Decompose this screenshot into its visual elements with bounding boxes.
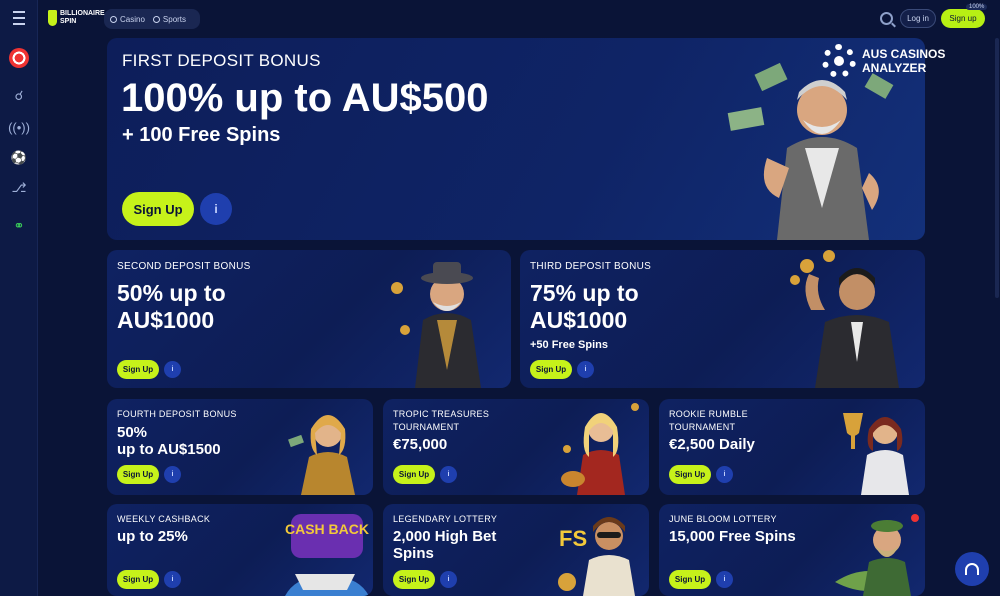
card-line1: €2,500 Daily — [669, 436, 755, 453]
gear-icon — [822, 44, 856, 78]
card-eyebrow: TROPIC TREASURES — [393, 409, 490, 419]
sidebar: ☌ ((•)) ⚽ ⎇ ⚭ — [0, 0, 38, 596]
card-line1: up to 25% — [117, 528, 188, 545]
card-eyebrow2: TOURNAMENT — [393, 422, 460, 432]
card-line1: €75,000 — [393, 436, 448, 453]
card-info-button[interactable]: i — [164, 361, 181, 378]
card-signup-button[interactable]: Sign Up — [117, 465, 159, 484]
hero-sub: + 100 Free Spins — [122, 124, 281, 146]
signup-badge: 100% — [966, 4, 988, 10]
topbar: BILLIONAIRE SPIN Casino Sports Log in Si… — [38, 0, 1000, 38]
card-line1: 15,000 Free Spins — [669, 528, 796, 545]
casino-icon — [110, 15, 117, 23]
nav-casino[interactable]: Casino — [110, 15, 145, 24]
support-icon[interactable]: ⚭ — [10, 217, 28, 235]
target-icon[interactable] — [9, 48, 29, 68]
card-signup-button[interactable]: Sign Up — [393, 570, 435, 589]
card-character-image — [790, 250, 899, 388]
menu-icon[interactable] — [10, 9, 28, 27]
promo-card-june-bloom-lottery[interactable]: JUNE BLOOM LOTTERY 15,000 Free Spins Sig… — [659, 504, 925, 596]
card-character-image — [391, 262, 481, 388]
cashback-art-image: CASH BACK — [285, 514, 369, 596]
card-signup-button[interactable]: Sign Up — [669, 465, 711, 484]
live-icon[interactable]: ((•)) — [8, 118, 30, 136]
card-info-button[interactable]: i — [716, 466, 733, 483]
logo-mark-icon — [48, 10, 57, 26]
card-info-button[interactable]: i — [577, 361, 594, 378]
hero-info-button[interactable]: i — [200, 193, 232, 225]
cherries-icon[interactable]: ☌ — [10, 87, 28, 105]
card-character-image — [288, 415, 355, 495]
card-info-button[interactable]: i — [440, 571, 457, 588]
watermark: AUS CASINOS ANALYZER — [822, 44, 945, 78]
card-info-button[interactable]: i — [440, 466, 457, 483]
card-eyebrow: WEEKLY CASHBACK — [117, 514, 211, 524]
card-eyebrow2: TOURNAMENT — [669, 422, 736, 432]
nav-sports[interactable]: Sports — [152, 14, 187, 24]
card-line1: 50% — [117, 424, 148, 441]
login-button[interactable]: Log in — [900, 9, 936, 28]
promo-card-tropic-treasures[interactable]: TROPIC TREASURES TOURNAMENT €75,000 Sign… — [383, 399, 649, 495]
card-sub: +50 Free Spins — [530, 339, 608, 351]
card-line1: 50% up to — [117, 280, 226, 306]
card-line2: AU$1000 — [530, 307, 628, 333]
product-switch: Casino Sports — [104, 9, 200, 29]
watermark-line1: AUS CASINOS — [862, 47, 946, 61]
card-info-button[interactable]: i — [164, 571, 181, 588]
card-line2: AU$1000 — [117, 307, 215, 333]
hero-first-deposit[interactable]: FIRST DEPOSIT BONUS 100% up to AU$500 + … — [107, 38, 925, 240]
promo-card-second-deposit[interactable]: SECOND DEPOSIT BONUS 50% up to AU$1000 S… — [107, 250, 511, 388]
signup-button-top[interactable]: Sign up — [941, 9, 985, 28]
card-character-image: FS — [558, 517, 635, 596]
card-character-image — [561, 403, 639, 495]
soccer-icon[interactable]: ⚽ — [10, 149, 28, 167]
card-signup-button[interactable]: Sign Up — [117, 570, 159, 589]
card-signup-button[interactable]: Sign Up — [117, 360, 159, 379]
promo-card-third-deposit[interactable]: THIRD DEPOSIT BONUS 75% up to AU$1000 +5… — [520, 250, 925, 388]
promo-card-fourth-deposit[interactable]: FOURTH DEPOSIT BONUS 50% up to AU$1500 S… — [107, 399, 373, 495]
card-info-button[interactable]: i — [716, 571, 733, 588]
logo[interactable]: BILLIONAIRE SPIN — [48, 10, 105, 26]
hero-signup-button[interactable]: Sign Up — [122, 192, 194, 226]
card-signup-button[interactable]: Sign Up — [393, 465, 435, 484]
cashback-art-text: CASH BACK — [285, 521, 369, 537]
card-eyebrow: ROOKIE RUMBLE — [669, 409, 748, 419]
card-eyebrow: SECOND DEPOSIT BONUS — [117, 261, 251, 272]
card-line2: up to AU$1500 — [117, 441, 221, 458]
nav-casino-label: Casino — [120, 14, 145, 24]
nav-sports-label: Sports — [162, 14, 187, 24]
gamepad-icon[interactable]: ⎇ — [10, 179, 28, 197]
scrollbar[interactable] — [995, 38, 999, 298]
card-info-button[interactable]: i — [164, 466, 181, 483]
support-chat-button[interactable] — [955, 552, 989, 586]
logo-text: BILLIONAIRE SPIN — [60, 10, 105, 25]
promo-card-rookie-rumble[interactable]: ROOKIE RUMBLE TOURNAMENT €2,500 Daily Si… — [659, 399, 925, 495]
hero-eyebrow: FIRST DEPOSIT BONUS — [122, 51, 321, 70]
card-eyebrow: THIRD DEPOSIT BONUS — [530, 261, 652, 272]
card-signup-button[interactable]: Sign Up — [669, 570, 711, 589]
card-line1: 2,000 High Bet — [393, 528, 497, 545]
hero-headline: 100% up to AU$500 — [121, 76, 489, 120]
card-line1: 75% up to — [530, 280, 639, 306]
card-line2: Spins — [393, 545, 434, 562]
card-signup-button[interactable]: Sign Up — [530, 360, 572, 379]
card-eyebrow: LEGENDARY LOTTERY — [393, 514, 498, 524]
promo-card-legendary-lottery[interactable]: LEGENDARY LOTTERY 2,000 High Bet Spins S… — [383, 504, 649, 596]
card-character-image — [835, 514, 919, 596]
search-icon[interactable] — [880, 12, 893, 25]
card-eyebrow: FOURTH DEPOSIT BONUS — [117, 409, 237, 419]
card-character-image — [843, 413, 909, 495]
watermark-line2: ANALYZER — [862, 61, 927, 75]
fs-art-text: FS — [559, 526, 587, 551]
sports-ball-icon — [152, 15, 160, 23]
promo-card-weekly-cashback[interactable]: WEEKLY CASHBACK up to 25% Sign Up i CASH… — [107, 504, 373, 596]
card-eyebrow: JUNE BLOOM LOTTERY — [669, 514, 777, 524]
headset-icon — [965, 563, 979, 575]
